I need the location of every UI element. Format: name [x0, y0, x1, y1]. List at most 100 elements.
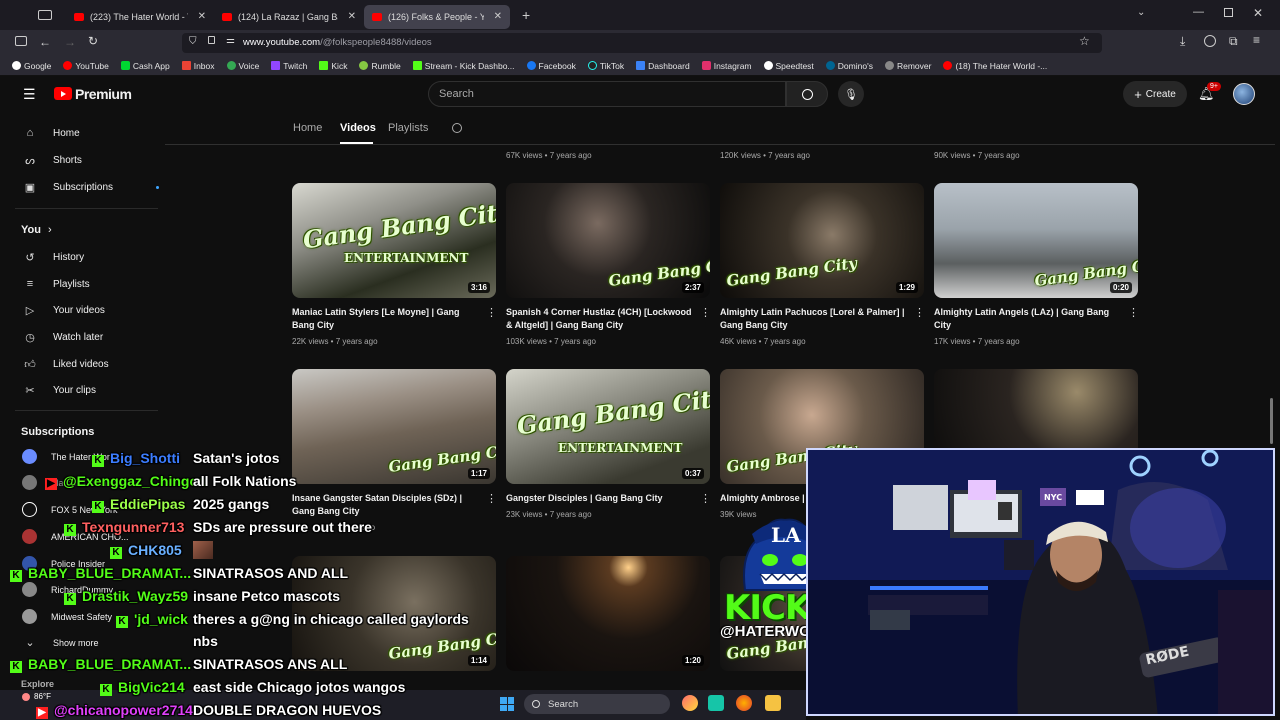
- star-icon[interactable]: ☆: [1079, 34, 1090, 48]
- sidebar-item-home[interactable]: ⌂ Home: [22, 127, 80, 139]
- browser-tab[interactable]: (124) La Razaz | Gang Bang City ✕: [214, 5, 364, 29]
- gbc-logo: Gang Bang City: [515, 382, 710, 441]
- account-icon[interactable]: [1204, 35, 1216, 47]
- sidebar-toggle-icon[interactable]: [15, 36, 27, 46]
- bookmark-instagram[interactable]: Instagram: [701, 61, 752, 71]
- chevron-down-icon[interactable]: ⌄: [1137, 7, 1145, 18]
- more-actions-icon[interactable]: ⋮: [914, 306, 925, 319]
- video-thumbnail[interactable]: Gang Bang City 1:17: [292, 369, 496, 484]
- bookmark-hater-world[interactable]: (18) The Hater World -...: [943, 61, 1047, 71]
- youtube-logo-icon[interactable]: [54, 87, 72, 100]
- more-actions-icon[interactable]: ⋮: [486, 306, 497, 319]
- bookmark-rumble[interactable]: Rumble: [359, 61, 401, 71]
- bookmark-twitch[interactable]: Twitch: [271, 61, 307, 71]
- weather-widget[interactable]: 86°F: [22, 692, 51, 701]
- search-input[interactable]: Search: [428, 81, 786, 107]
- tab-videos[interactable]: Videos: [340, 122, 376, 134]
- browser-tab-active[interactable]: (126) Folks & People - YouTube ✕: [364, 4, 510, 29]
- subscription-channel[interactable]: Midwest Safety: [22, 609, 112, 624]
- maximize-icon[interactable]: [1224, 8, 1233, 17]
- sidebar-item-shorts[interactable]: ᔕ Shorts: [22, 154, 82, 167]
- close-icon[interactable]: ✕: [348, 11, 356, 22]
- sidebar-item-playlists[interactable]: ≡ Playlists: [22, 278, 90, 290]
- channel-search-icon[interactable]: [452, 123, 462, 133]
- video-title[interactable]: Almighty Latin Pachucos [Lorel & Palmer]…: [720, 306, 910, 332]
- reload-icon[interactable]: ↻: [88, 34, 98, 48]
- video-meta: 67K views • 7 years ago: [506, 151, 592, 160]
- more-actions-icon[interactable]: ⋮: [486, 492, 497, 505]
- video-thumbnail[interactable]: Gang Bang City ENTERTAINMENT 0:37: [506, 369, 710, 484]
- more-actions-icon[interactable]: ⋮: [700, 492, 711, 505]
- lock-icon[interactable]: [208, 36, 215, 44]
- close-icon[interactable]: ✕: [198, 11, 206, 22]
- video-title[interactable]: Spanish 4 Corner Hustlaz (4CH) [Lockwood…: [506, 306, 696, 332]
- terminal-icon[interactable]: [708, 695, 724, 711]
- bookmark-dominos[interactable]: Domino's: [825, 61, 873, 71]
- bookmark-kick-dashboard[interactable]: Stream - Kick Dashbo...: [412, 61, 515, 71]
- video-thumbnail[interactable]: Gang Bang City ENTERTAINMENT 3:16: [292, 183, 496, 298]
- video-thumbnail[interactable]: Gang Bang City 0:20: [934, 183, 1138, 298]
- more-actions-icon[interactable]: ⋮: [700, 306, 711, 319]
- shield-icon[interactable]: ⛉: [189, 36, 197, 47]
- bookmark-google[interactable]: Google: [12, 61, 51, 71]
- browser-tab[interactable]: (223) The Hater World - YouTube ✕: [66, 5, 214, 29]
- bookmark-dashboard[interactable]: Dashboard: [636, 61, 690, 71]
- video-title[interactable]: Maniac Latin Stylers [Le Moyne] | Gang B…: [292, 306, 482, 332]
- voice-search-button[interactable]: 🎙: [838, 81, 864, 107]
- bookmark-facebook[interactable]: Facebook: [526, 61, 576, 71]
- search-button[interactable]: [786, 81, 828, 107]
- bookmark-kick[interactable]: Kick: [319, 61, 347, 71]
- video-thumbnail[interactable]: Gang Bang City 2:37: [506, 183, 710, 298]
- forward-arrow-icon[interactable]: →: [64, 35, 76, 49]
- folder-icon[interactable]: [765, 695, 781, 711]
- page-scrollbar-thumb[interactable]: [1270, 398, 1273, 444]
- bookmark-voice[interactable]: Voice: [226, 61, 259, 71]
- bookmark-label: YouTube: [75, 60, 109, 71]
- video-thumbnail[interactable]: 1:20: [506, 556, 710, 671]
- taskbar-search[interactable]: Search: [524, 694, 670, 714]
- app-icon[interactable]: [682, 695, 698, 711]
- bookmark-youtube[interactable]: YouTube: [63, 60, 109, 71]
- sidebar-item-subscriptions[interactable]: ▣ Subscriptions: [22, 181, 160, 194]
- video-title[interactable]: Almighty Latin Angels (LAz) | Gang Bang …: [934, 306, 1124, 332]
- video-title[interactable]: Gangster Disciples | Gang Bang City: [506, 492, 696, 505]
- tab-playlists[interactable]: Playlists: [388, 122, 428, 134]
- sidebar-item-history[interactable]: ↺ History: [22, 251, 84, 264]
- permissions-icon[interactable]: ⚌: [226, 35, 235, 46]
- bookmark-remover[interactable]: Remover: [884, 61, 931, 71]
- close-window-icon[interactable]: ✕: [1253, 6, 1263, 20]
- tab-list-icon[interactable]: [38, 10, 52, 20]
- video-duration: 1:20: [681, 655, 704, 666]
- youtube-premium-logo[interactable]: Premium: [75, 86, 132, 102]
- create-button[interactable]: + Create: [1123, 81, 1187, 107]
- tab-home[interactable]: Home: [293, 122, 322, 134]
- bookmark-speedtest[interactable]: Speedtest: [763, 61, 814, 71]
- minimize-icon[interactable]: —: [1193, 6, 1204, 18]
- sidebar-item-your-videos[interactable]: ▷ Your videos: [22, 304, 105, 317]
- download-icon[interactable]: ⤓: [1180, 34, 1185, 49]
- more-actions-icon[interactable]: ⋮: [1128, 306, 1139, 319]
- new-tab-button[interactable]: +: [522, 7, 530, 23]
- bookmark-tiktok[interactable]: TikTok: [587, 61, 624, 71]
- close-icon[interactable]: ✕: [494, 11, 502, 22]
- menu-icon[interactable]: ≡: [1253, 33, 1260, 47]
- sidebar-item-watch-later[interactable]: ◷ Watch later: [22, 331, 103, 344]
- account-avatar[interactable]: [1233, 83, 1255, 105]
- extensions-icon[interactable]: ⧉: [1229, 34, 1238, 49]
- you-heading[interactable]: You ›: [21, 224, 52, 236]
- hamburger-menu-icon[interactable]: ☰: [23, 86, 36, 103]
- channel-avatar: [22, 582, 37, 597]
- firefox-icon[interactable]: [736, 695, 752, 711]
- sidebar-item-liked-videos[interactable]: 👍︎ Liked videos: [22, 358, 108, 371]
- video-title[interactable]: Almighty Ambrose |: [720, 492, 810, 505]
- video-title[interactable]: Insane Gangster Satan Disciples (SDz) | …: [292, 492, 482, 518]
- bookmark-cashapp[interactable]: Cash App: [120, 61, 170, 71]
- youtube-favicon-icon: [372, 12, 382, 21]
- back-arrow-icon[interactable]: ←: [39, 35, 51, 49]
- show-more-button[interactable]: ⌄ Show more: [22, 636, 98, 649]
- sidebar-item-your-clips[interactable]: ✂ Your clips: [22, 384, 96, 397]
- tab-title: (223) The Hater World - YouTube: [90, 11, 188, 22]
- video-thumbnail[interactable]: Gang Bang City 1:29: [720, 183, 924, 298]
- bookmark-inbox[interactable]: Inbox: [181, 61, 215, 71]
- windows-start-icon[interactable]: [500, 697, 514, 711]
